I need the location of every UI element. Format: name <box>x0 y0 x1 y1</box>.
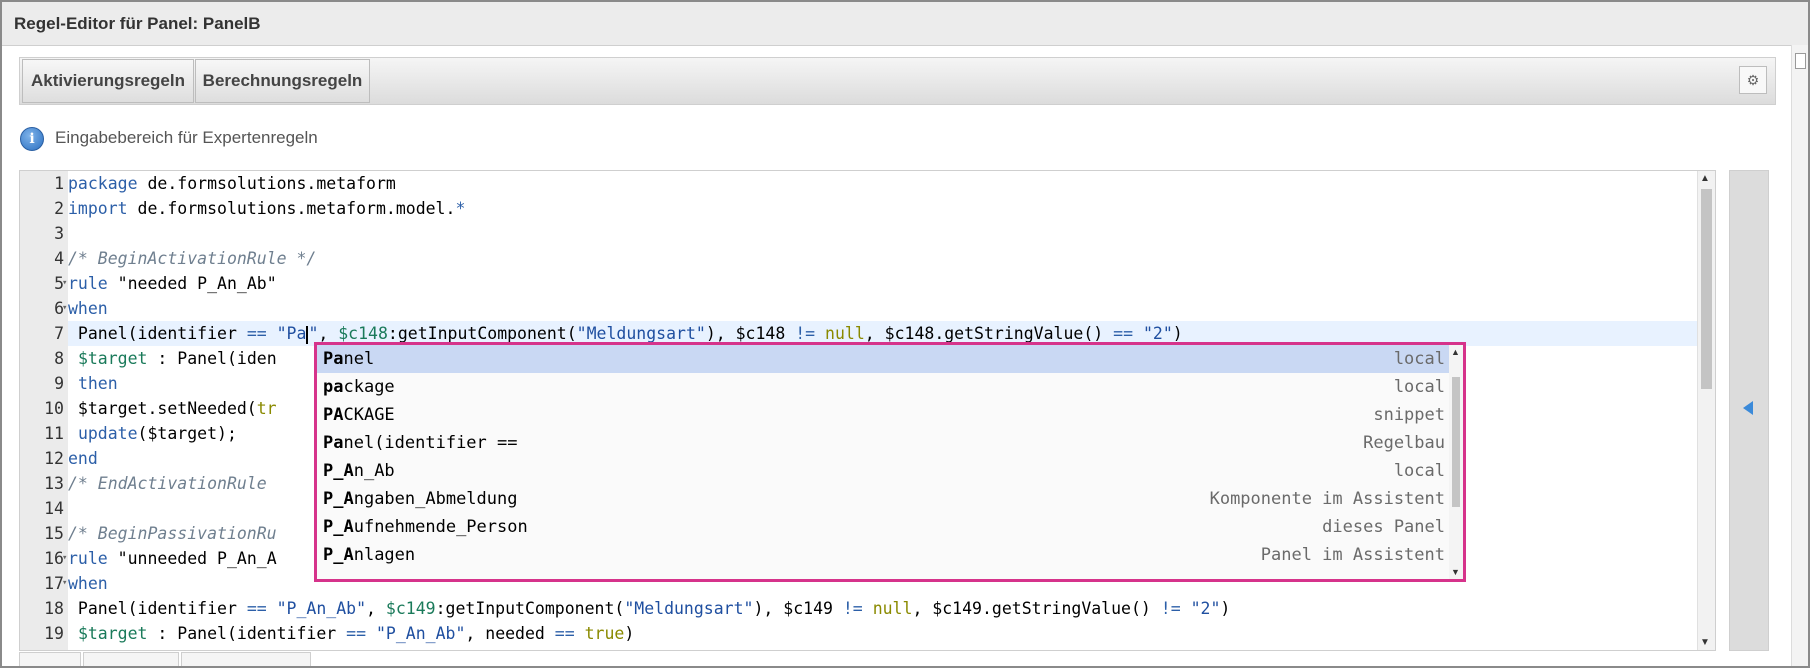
line-number: 11 <box>44 424 64 443</box>
collapse-side-panel[interactable] <box>1729 170 1769 651</box>
line-number: 14 <box>44 499 64 518</box>
autocomplete-item[interactable]: package local <box>317 373 1449 401</box>
autocomplete-item[interactable]: P_Aufnehmende_Person dieses Panel <box>317 513 1449 541</box>
line-number: 4 <box>54 249 64 268</box>
rule-editor-window: Regel-Editor für Panel: PanelB Aktivieru… <box>0 0 1810 668</box>
line-number: 1 <box>54 174 64 193</box>
fold-icon[interactable]: ▾ <box>62 546 67 571</box>
autocomplete-item[interactable]: P_Anlagen Panel im Assistent <box>317 541 1449 569</box>
line-number: 13 <box>44 474 64 493</box>
tab-berechnungsregeln[interactable]: Berechnungsregeln <box>195 59 370 103</box>
line-number: 15 <box>44 524 64 543</box>
editor-scrollbar[interactable]: ▲ ▼ <box>1697 171 1715 650</box>
rule-tabbar: Aktivierungsregeln Berechnungsregeln ⚙ <box>19 57 1776 105</box>
bottom-tab[interactable] <box>19 652 81 666</box>
line-number: 3 <box>54 224 64 243</box>
line-number: 12 <box>44 449 64 468</box>
scroll-up-icon[interactable]: ▲ <box>1700 173 1710 184</box>
scroll-down-icon[interactable]: ▼ <box>1700 637 1710 648</box>
bottom-tab[interactable] <box>83 652 179 666</box>
line-number: 9 <box>54 374 64 393</box>
autocomplete-item[interactable]: PACKAGE snippet <box>317 401 1449 429</box>
autocomplete-item[interactable]: P_Angaben_Abmeldung Komponente im Assist… <box>317 485 1449 513</box>
fold-icon[interactable]: ▾ <box>62 571 67 596</box>
autocomplete-item[interactable]: P_An_Ab local <box>317 457 1449 485</box>
info-text: Eingabebereich für Expertenregeln <box>55 128 318 147</box>
title-bar: Regel-Editor für Panel: PanelB <box>2 2 1808 46</box>
window-scrollbar-thumb[interactable] <box>1795 53 1806 69</box>
editor-scrollbar-thumb[interactable] <box>1701 189 1712 389</box>
line-number: 19 <box>44 624 64 643</box>
window-scrollbar[interactable] <box>1791 45 1808 666</box>
line-number: 18 <box>44 599 64 618</box>
line-number: 6 <box>54 299 64 318</box>
line-number: 5 <box>54 274 64 293</box>
info-icon: i <box>20 127 44 151</box>
scroll-up-icon[interactable]: ▲ <box>1451 347 1460 357</box>
code-line: 4/* BeginActivationRule */ <box>54 246 1697 271</box>
code-line: 5 ▾ rule "needed P_An_Ab" <box>54 271 1697 296</box>
autocomplete-scrollbar-thumb[interactable] <box>1452 377 1460 507</box>
line-number: 10 <box>44 399 64 418</box>
line-number: 17 <box>44 574 64 593</box>
line-number: 7 <box>54 324 64 343</box>
code-line: 1 package de.formsolutions.metaform <box>54 171 1697 196</box>
fold-icon[interactable]: ▾ <box>62 271 67 296</box>
scroll-down-icon[interactable]: ▼ <box>1451 567 1460 577</box>
autocomplete-scrollbar[interactable]: ▲ ▼ <box>1449 345 1463 579</box>
code-line: 18 Panel(identifier == "P_An_Ab", $c149:… <box>44 596 1697 621</box>
autocomplete-item[interactable]: Panel(identifier == Regelbau <box>317 429 1449 457</box>
window-title: Regel-Editor für Panel: PanelB <box>14 14 261 33</box>
code-line: 6 ▾ when <box>54 296 1697 321</box>
code-line: 19 $target : Panel(identifier == "P_An_A… <box>44 621 1697 646</box>
bottom-tab[interactable] <box>181 652 311 666</box>
code-line: 3 <box>54 221 1697 246</box>
autocomplete-popup[interactable]: Panel local package local PACKAGE snippe… <box>314 342 1466 582</box>
line-number: 8 <box>54 349 64 368</box>
settings-button[interactable]: ⚙ <box>1739 66 1767 94</box>
code-line: 2 import de.formsolutions.metaform.model.… <box>54 196 1697 221</box>
arrow-left-icon[interactable] <box>1743 401 1753 415</box>
gear-icon: ⚙ <box>1746 72 1760 88</box>
line-number: 2 <box>54 199 64 218</box>
line-number: 16 <box>44 549 64 568</box>
tab-aktivierungsregeln[interactable]: Aktivierungsregeln <box>22 59 194 103</box>
autocomplete-item[interactable]: Panel local <box>317 345 1449 373</box>
fold-icon[interactable]: ▾ <box>62 296 67 321</box>
